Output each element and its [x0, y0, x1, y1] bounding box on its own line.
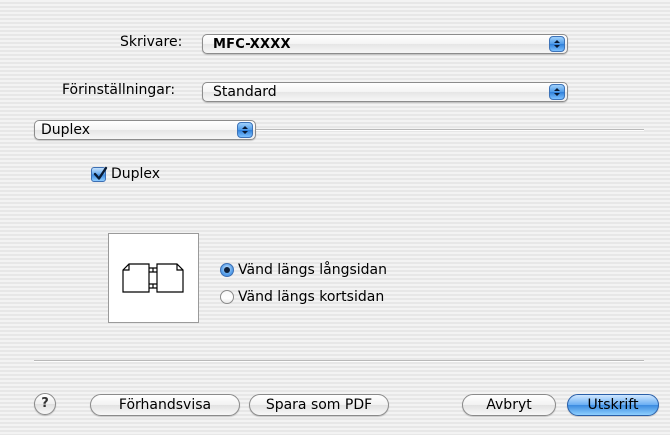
help-button[interactable]: ? [34, 393, 56, 415]
presets-popup[interactable]: Standard [202, 82, 568, 102]
radio-short-edge-label: Vänd längs kortsidan [238, 289, 385, 305]
radio-short-edge[interactable] [220, 290, 234, 304]
duplex-long-edge-icon [122, 263, 184, 293]
printer-label: Skrivare: [120, 34, 183, 50]
print-button[interactable]: Utskrift [567, 394, 659, 416]
popup-arrows-icon [549, 84, 565, 100]
checkmark-icon [93, 166, 108, 180]
bottom-separator [34, 360, 644, 362]
printer-value: MFC-XXXX [213, 37, 291, 52]
preview-button[interactable]: Förhandsvisa [90, 394, 240, 416]
panel-value: Duplex [41, 122, 91, 138]
presets-label: Förinställningar: [62, 82, 176, 98]
duplex-preview [108, 233, 199, 323]
panel-popup[interactable]: Duplex [34, 120, 256, 140]
duplex-checkbox[interactable] [91, 166, 108, 182]
duplex-label: Duplex [111, 166, 161, 182]
printer-popup[interactable]: MFC-XXXX [202, 34, 568, 54]
popup-arrows-icon [549, 36, 565, 52]
save-pdf-button[interactable]: Spara som PDF [249, 394, 389, 416]
panel-separator [256, 129, 644, 131]
radio-long-edge[interactable] [220, 263, 234, 277]
presets-value: Standard [213, 84, 277, 100]
radio-long-edge-label: Vänd längs långsidan [238, 262, 388, 278]
popup-arrows-icon [237, 122, 253, 138]
cancel-button[interactable]: Avbryt [462, 394, 556, 416]
